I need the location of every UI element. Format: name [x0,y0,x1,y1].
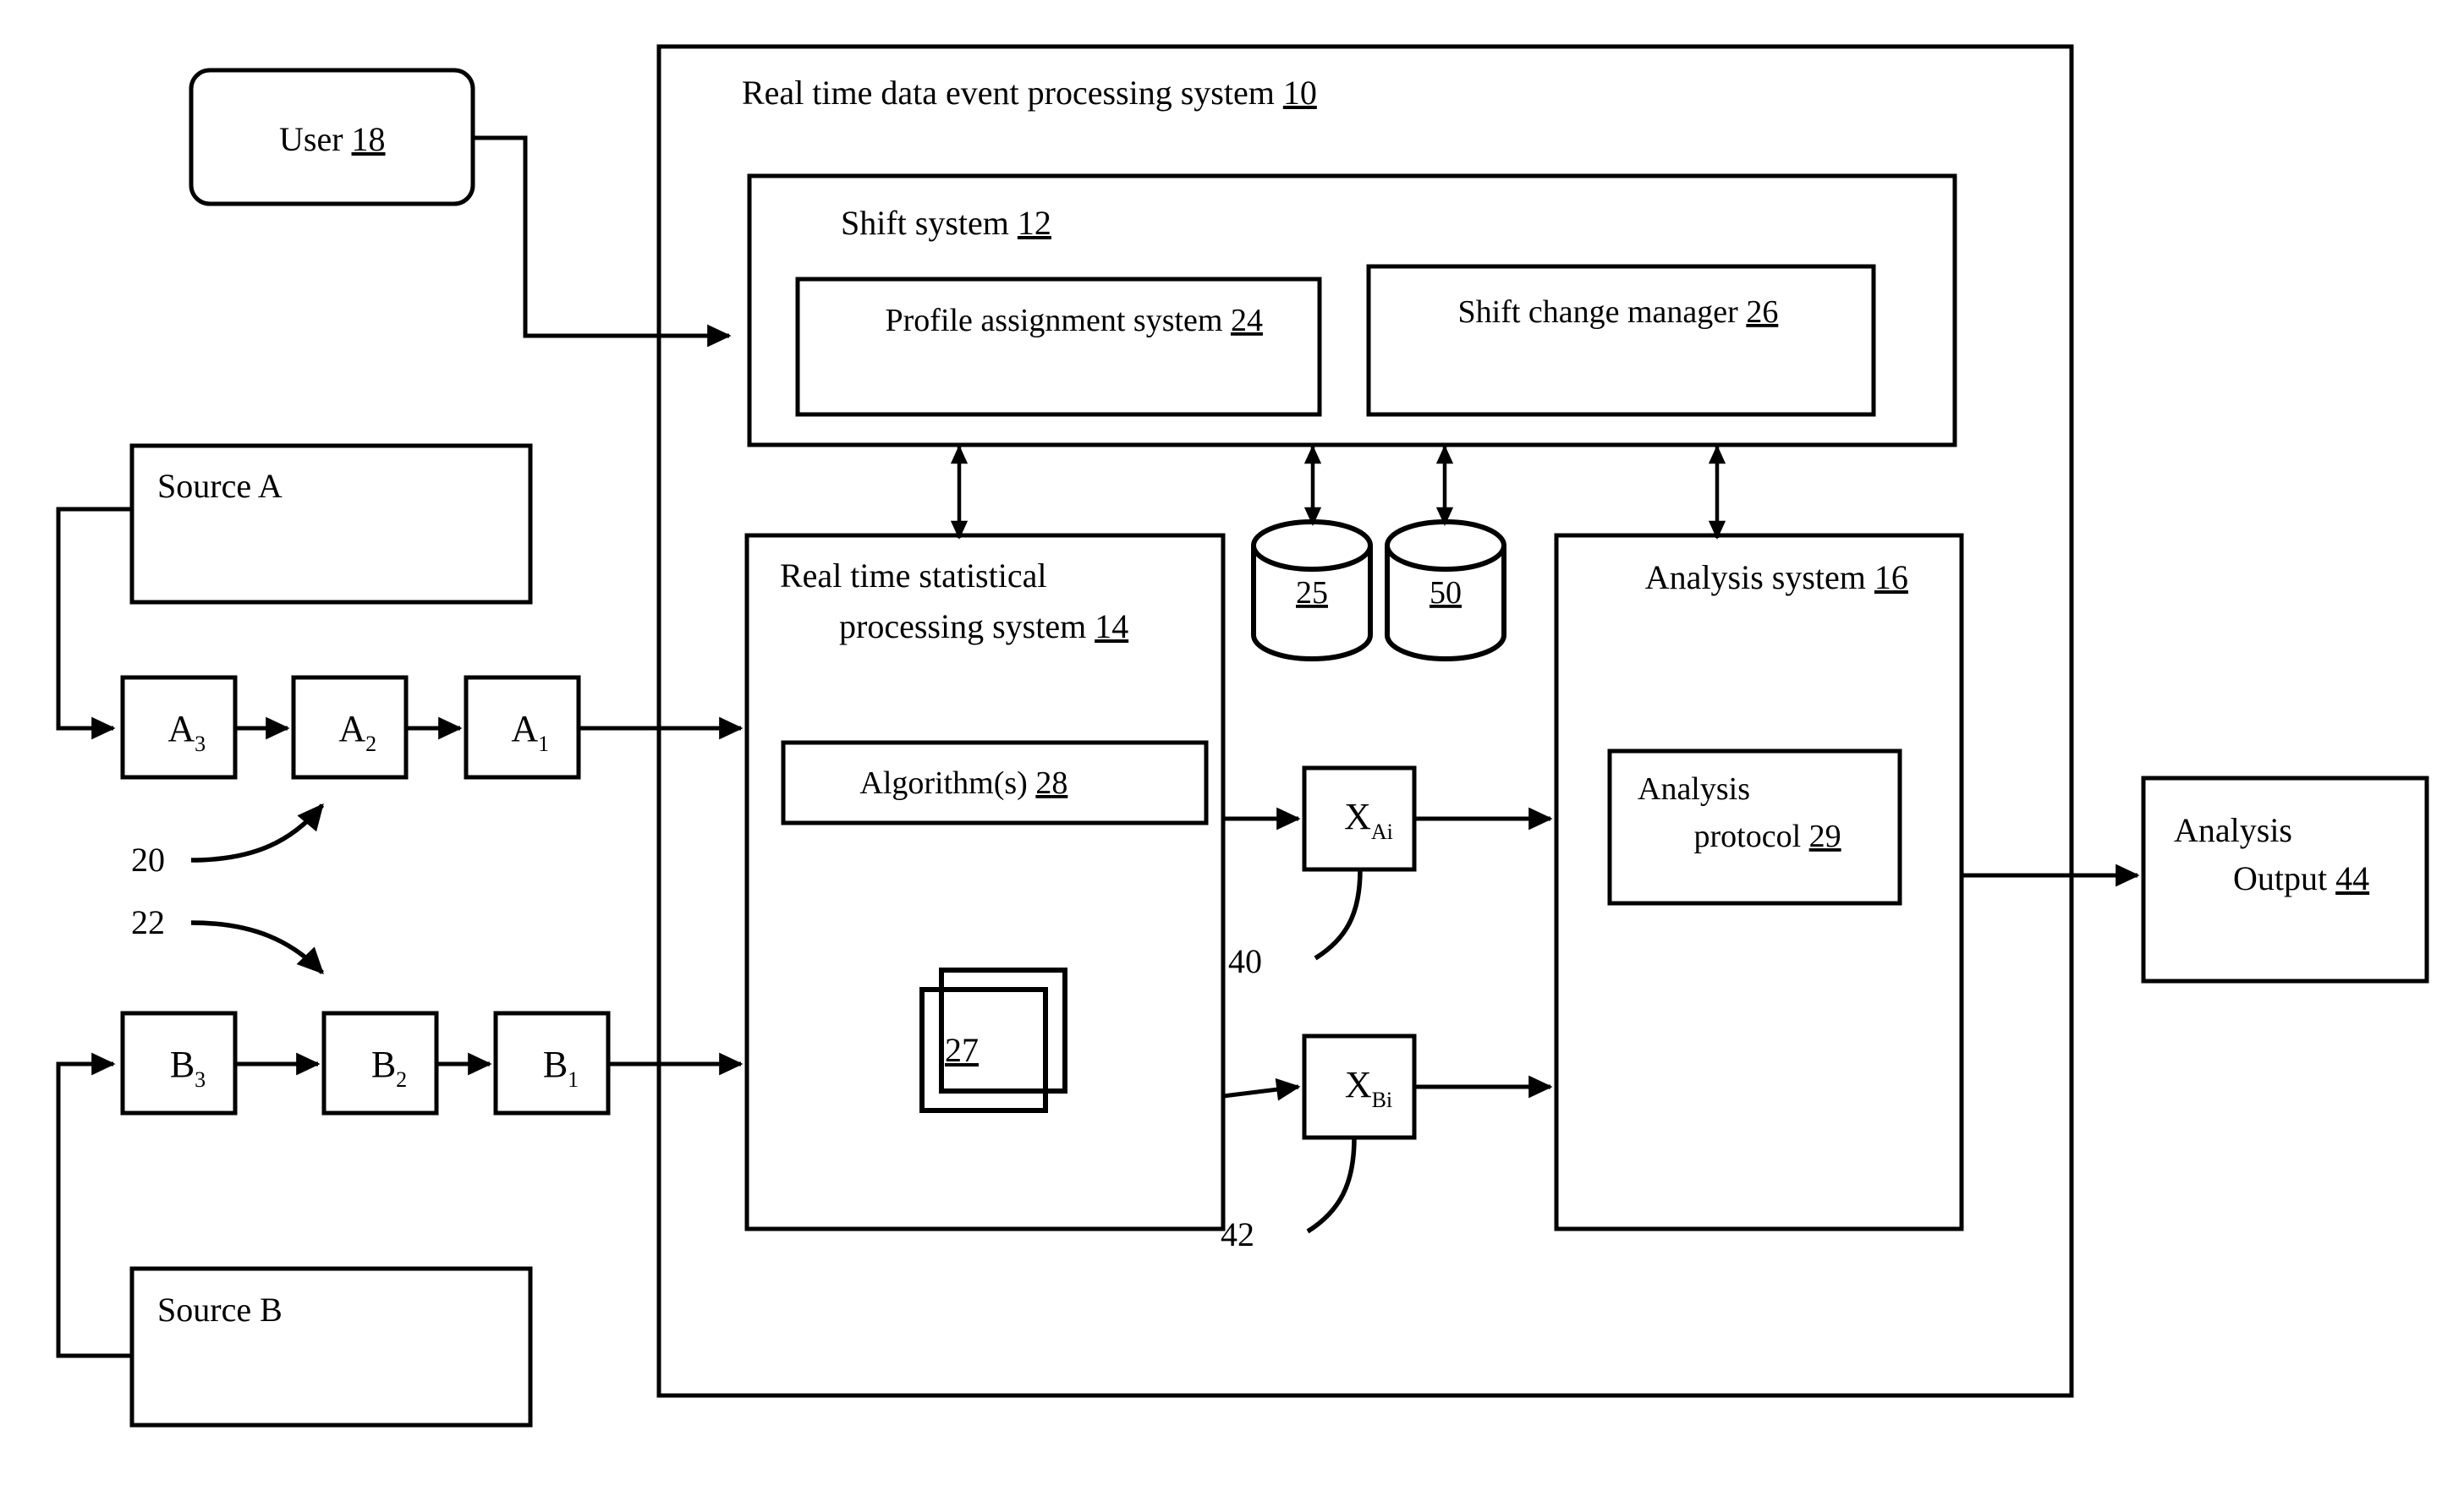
profile-assignment-system-box[interactable] [795,277,1322,417]
data-store-25-ref: 25 [1296,575,1328,611]
shift-system-label: Shift system 12 [782,204,1094,242]
data-store-50-top [1385,519,1506,572]
rtsp-system-label-line2: processing system 14 [780,607,1171,645]
node-b3-label: B3 [105,1044,252,1095]
node-a3-label: A3 [105,708,252,759]
analysis-output-label-line1: Analysis [2174,811,2292,849]
node-b1-label: B1 [478,1044,625,1095]
outer-system-title: Real time data event processing system 1… [683,74,1359,112]
analysis-protocol-ref: 29 [1809,819,1841,854]
connector-user-to-shift [473,135,732,348]
data-store-25-top [1251,519,1373,572]
leader-label-42: 42 [1221,1215,1254,1253]
analysis-protocol-label-line2: protocol 29 [1638,819,1881,854]
leader-label-40: 40 [1228,942,1262,980]
analysis-output-label-line2: Output 44 [2174,859,2412,897]
leader-label-20: 20 [131,841,165,879]
analysis-system-label: Analysis system 16 [1588,558,1951,596]
shift-system-ref: 12 [1018,204,1051,242]
rtsp-system-label-line1: Real time statistical [780,557,1046,595]
leader-line-20 [190,803,325,863]
algorithms-ref: 28 [1035,765,1067,801]
node-b2-label: B2 [306,1044,453,1095]
stacked-docs-ref: 27 [945,1031,979,1069]
outer-system-frame [656,44,2074,1398]
source-a-label: Source A [157,467,283,505]
node-a2-label: A2 [276,708,423,759]
diagram-canvas: Real time data event processing system 1… [56,44,2429,1428]
analysis-protocol-label-line1: Analysis [1638,771,1750,807]
user-label: User 18 [220,120,428,158]
rtsp-system-ref: 14 [1095,607,1128,645]
analysis-system-ref: 16 [1874,558,1908,596]
node-a1-label: A1 [448,708,595,759]
analysis-output-ref: 44 [2335,859,2369,897]
profile-assignment-system-label: Profile assignment system 24 [829,303,1303,338]
algorithms-label: Algorithm(s) 28 [805,765,1108,801]
leader-label-22: 22 [131,903,165,941]
patent-diagram: Real time data event processing system 1… [0,0,2464,1486]
leader-line-22 [190,920,324,975]
leader-line-40 [1314,869,1363,961]
profile-assignment-system-ref: 24 [1231,303,1263,338]
data-store-50-ref: 50 [1430,575,1462,611]
shift-change-manager-box[interactable] [1366,264,1876,417]
shift-change-manager-ref: 26 [1746,294,1778,330]
source-b-label: Source B [157,1291,283,1329]
leader-line-42 [1306,1137,1357,1234]
shift-change-manager-label: Shift change manager 26 [1402,294,1819,330]
outer-system-ref: 10 [1283,74,1317,112]
user-ref: 18 [352,120,386,158]
